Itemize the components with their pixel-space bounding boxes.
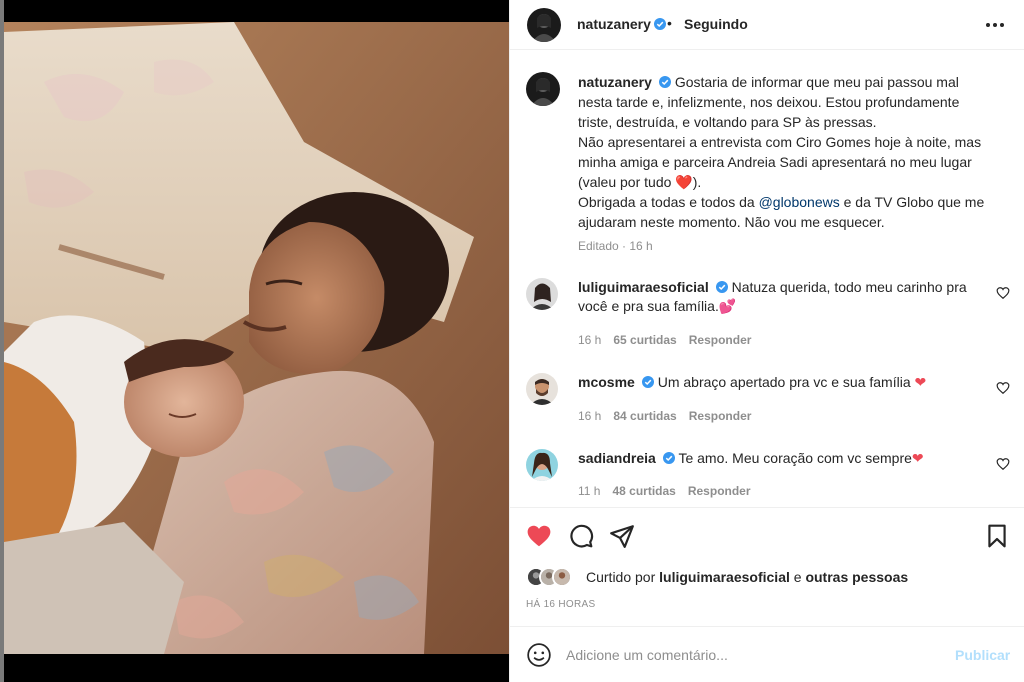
photo-illustration xyxy=(4,22,509,654)
commenter-avatar[interactable] xyxy=(526,278,558,310)
comment-likes[interactable]: 48 curtidas xyxy=(612,484,675,498)
comment-emoji: 💕 xyxy=(718,298,737,314)
comment-item: luliguimaraesoficial Natuza querida, tod… xyxy=(526,278,1010,348)
likes-text: Curtido por luliguimaraesoficial e outra… xyxy=(586,569,908,585)
author-username[interactable]: natuzanery xyxy=(577,16,651,32)
post-media-pane xyxy=(4,0,509,682)
likes-connector: e xyxy=(793,569,802,585)
comment-item: sadiandreia Te amo. Meu coração com vc s… xyxy=(526,449,1010,506)
comment-text: luliguimaraesoficial Natuza querida, tod… xyxy=(578,278,990,316)
comment-time: 16 h xyxy=(578,409,602,423)
caption-block: natuzanery Gostaria de informar que meu … xyxy=(526,72,996,262)
comment-likes[interactable]: 65 curtidas xyxy=(613,333,676,347)
comment-meta: 16 h 65 curtidas Responder xyxy=(578,333,763,347)
emoji-icon[interactable] xyxy=(526,642,552,668)
like-comment-heart-icon[interactable] xyxy=(996,457,1010,471)
reply-button[interactable]: Responder xyxy=(688,484,751,498)
comment-meta: 11 h 48 curtidas Responder xyxy=(578,484,763,498)
comments-area: natuzanery Gostaria de informar que meu … xyxy=(510,51,1024,506)
caption-paragraph-2: Não apresentarei a entrevista com Ciro G… xyxy=(578,134,982,190)
comment-body: Te amo. Meu coração com vc sempre xyxy=(678,450,912,466)
verified-badge-icon xyxy=(658,76,671,88)
following-button[interactable]: Seguindo xyxy=(684,16,748,32)
author-avatar[interactable] xyxy=(526,72,560,106)
caption-paragraph-2-end: ). xyxy=(692,174,702,190)
post-timestamp[interactable]: HÁ 16 HORAS xyxy=(526,599,595,610)
likes-prefix: Curtido por xyxy=(586,569,656,585)
comment-input[interactable] xyxy=(566,641,936,669)
comment-emoji: ❤ xyxy=(911,450,924,466)
instagram-post-window: natuzanery • Seguindo natuzanery Gostari… xyxy=(0,0,1024,682)
verified-badge-icon xyxy=(715,281,728,293)
like-comment-heart-icon[interactable] xyxy=(996,286,1010,300)
publish-button[interactable]: Publicar xyxy=(955,647,1010,663)
caption-meta: Editado · 16 h xyxy=(578,239,653,253)
commenter-avatar[interactable] xyxy=(526,373,558,405)
comment-time: 11 h xyxy=(578,484,601,498)
share-icon[interactable] xyxy=(609,523,635,549)
author-avatar[interactable] xyxy=(527,8,561,42)
heart-emoji: ❤️ xyxy=(675,174,693,190)
caption-paragraph-3: Obrigada a todas e todos da xyxy=(578,194,755,210)
likes-others-link[interactable]: outras pessoas xyxy=(805,569,908,585)
add-comment-bar: Publicar xyxy=(510,626,1024,682)
comment-username[interactable]: sadiandreia xyxy=(578,450,656,466)
comment-meta: 16 h 84 curtidas Responder xyxy=(578,409,763,423)
liker-avatar xyxy=(552,567,572,587)
globonews-mention-link[interactable]: @globonews xyxy=(759,194,840,210)
comment-item: mcosme Um abraço apertado pra vc e sua f… xyxy=(526,373,1010,433)
reply-button[interactable]: Responder xyxy=(689,409,752,423)
reply-button[interactable]: Responder xyxy=(689,333,752,347)
header-author[interactable]: natuzanery xyxy=(577,16,666,32)
heart-filled-icon[interactable] xyxy=(526,523,552,549)
post-header: natuzanery • Seguindo xyxy=(510,0,1024,50)
liker-avatars[interactable] xyxy=(526,567,582,587)
verified-badge-icon xyxy=(641,376,654,388)
media-bottom-bar xyxy=(4,654,509,682)
post-photo[interactable] xyxy=(4,22,509,654)
like-comment-heart-icon[interactable] xyxy=(996,381,1010,395)
comment-icon[interactable] xyxy=(568,523,594,549)
verified-badge-icon xyxy=(662,452,675,464)
comment-body: Um abraço apertado pra vc e sua família xyxy=(657,374,911,390)
comment-text: sadiandreia Te amo. Meu coração com vc s… xyxy=(578,449,990,468)
more-options-icon[interactable] xyxy=(986,22,1004,28)
commenter-avatar[interactable] xyxy=(526,449,558,481)
caption-username[interactable]: natuzanery xyxy=(578,74,652,90)
caption-text: natuzanery Gostaria de informar que meu … xyxy=(578,72,990,232)
post-sidebar: natuzanery • Seguindo natuzanery Gostari… xyxy=(509,0,1024,682)
likes-user-link[interactable]: luliguimaraesoficial xyxy=(659,569,790,585)
comment-username[interactable]: luliguimaraesoficial xyxy=(578,279,709,295)
bookmark-icon[interactable] xyxy=(984,523,1010,549)
comment-time: 16 h xyxy=(578,333,602,347)
header-dot: • xyxy=(667,15,672,31)
verified-badge-icon xyxy=(653,18,666,30)
comment-text: mcosme Um abraço apertado pra vc e sua f… xyxy=(578,373,990,392)
comment-emoji: ❤ xyxy=(914,374,927,390)
comment-username[interactable]: mcosme xyxy=(578,374,635,390)
comment-likes[interactable]: 84 curtidas xyxy=(613,409,676,423)
